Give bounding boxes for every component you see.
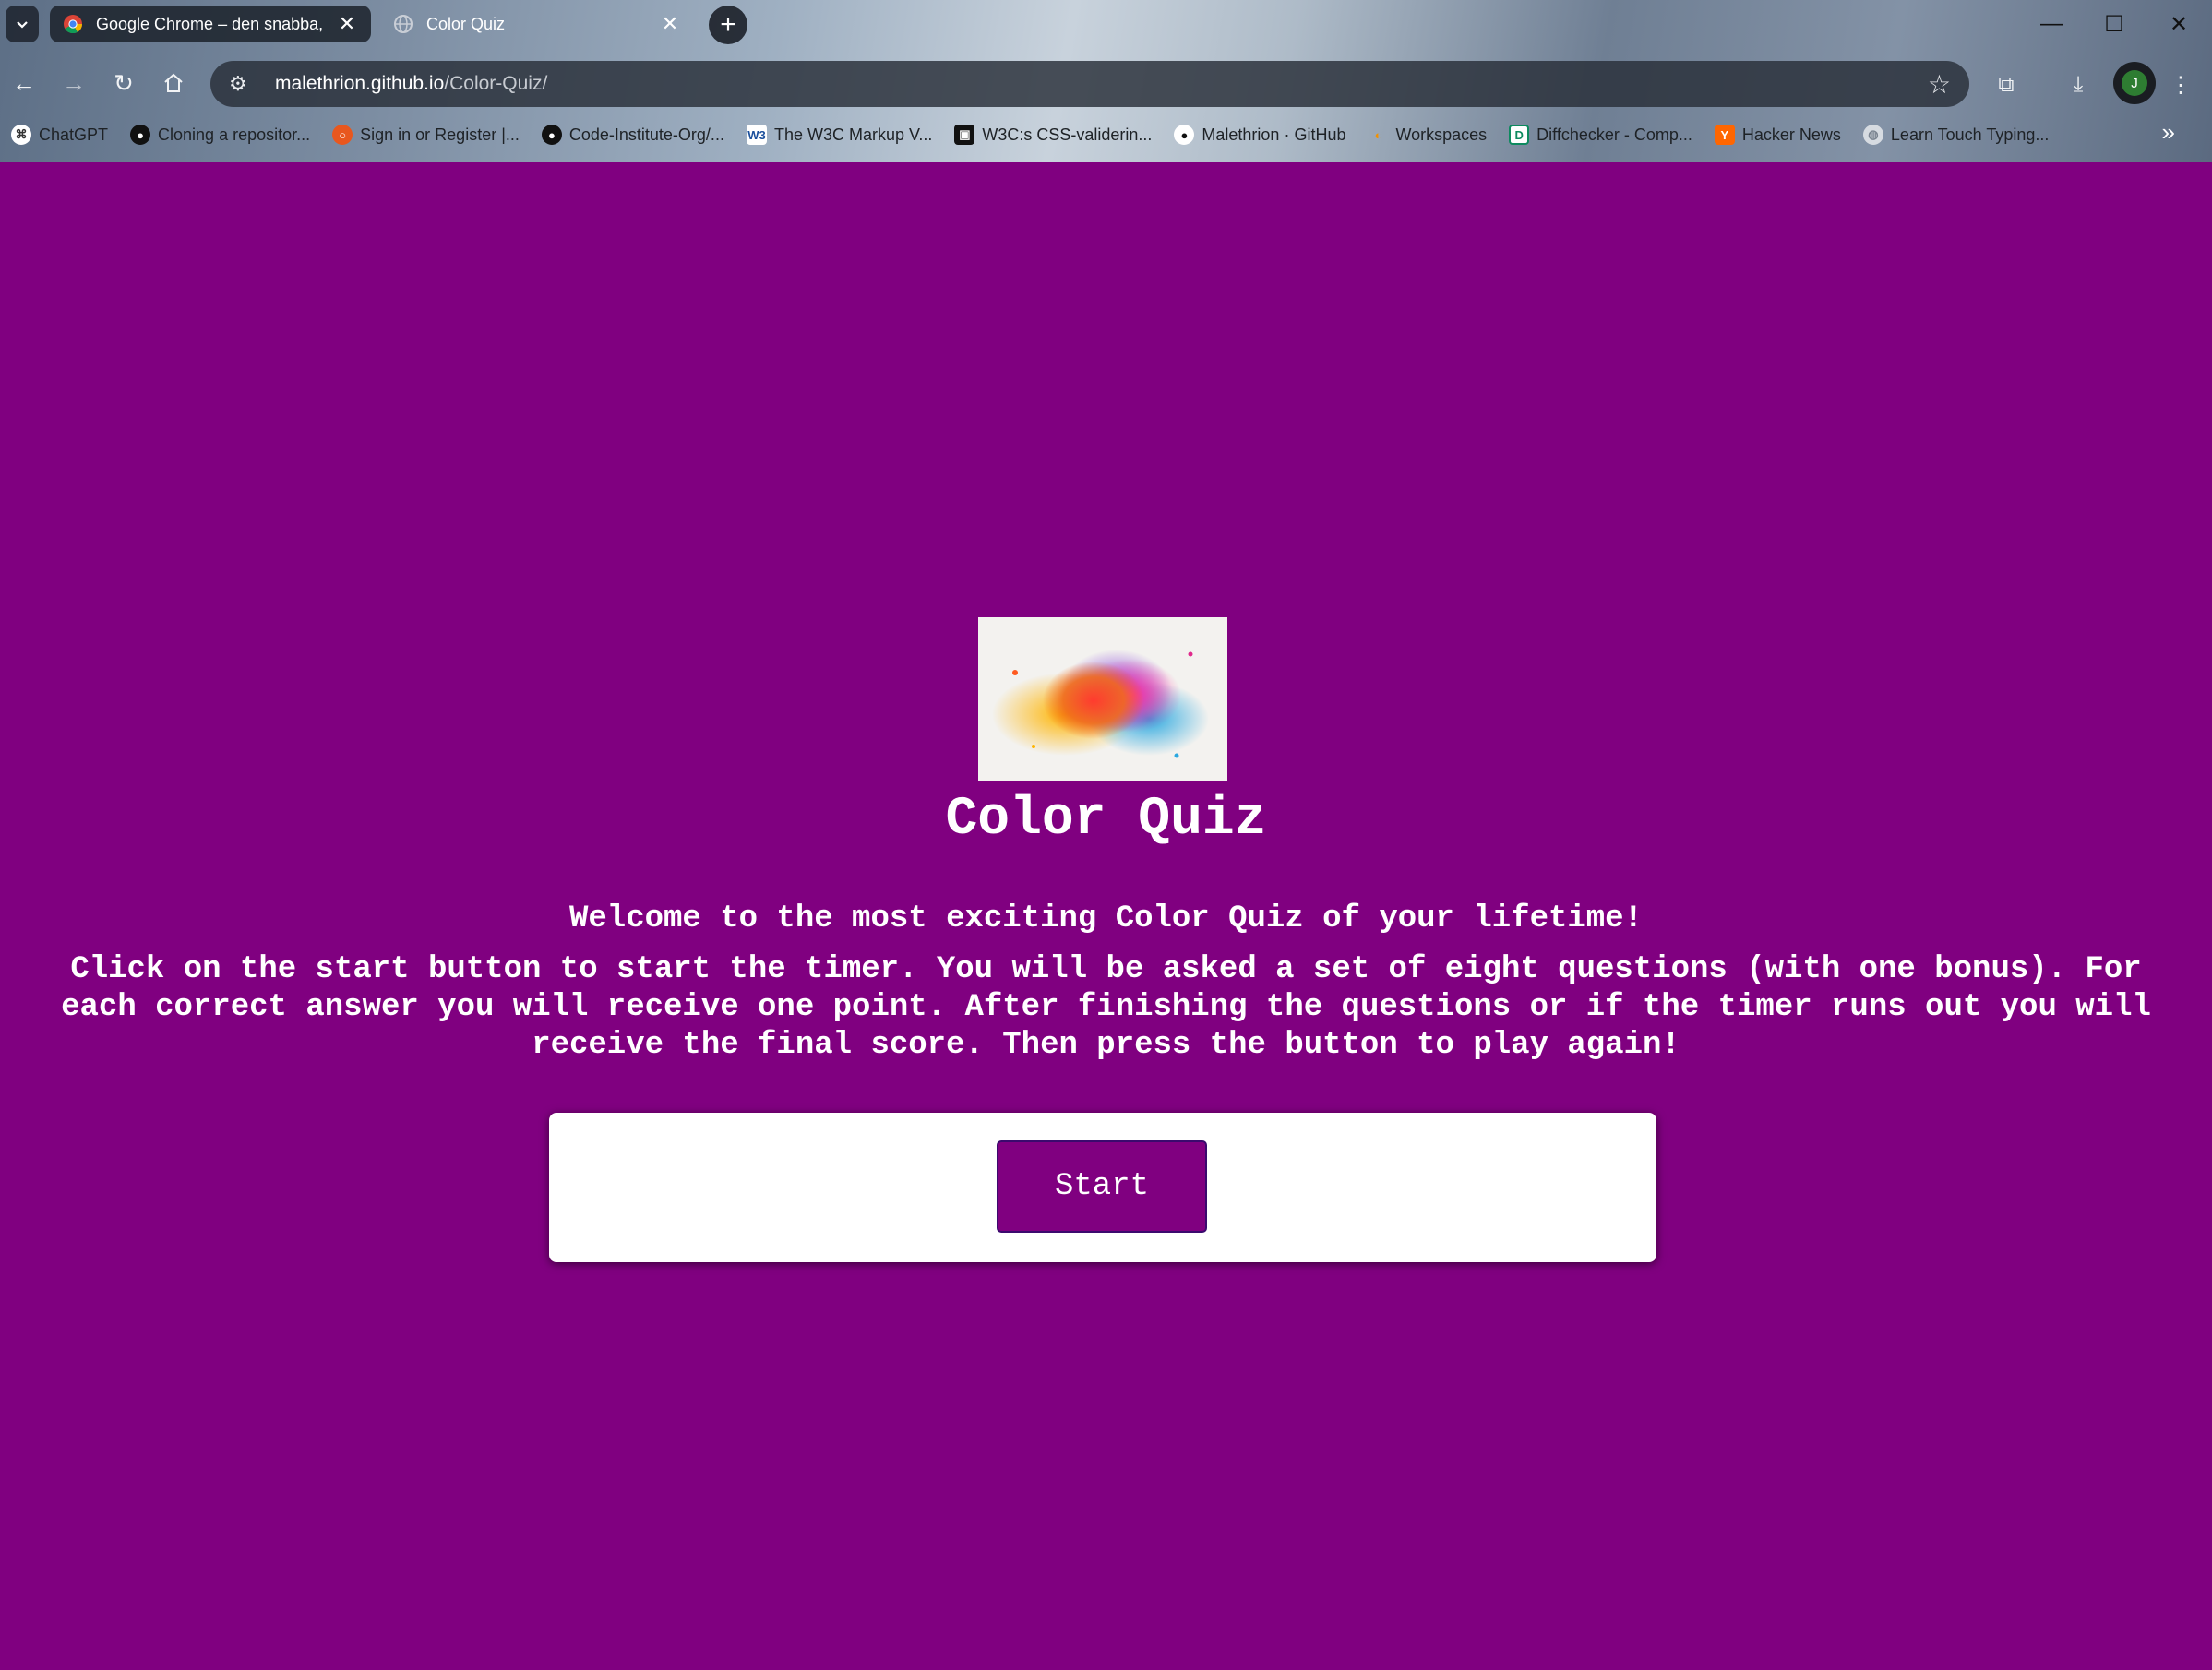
bookmark-item[interactable]: W3 The W3C Markup V...: [746, 125, 933, 145]
forward-button[interactable]: →: [55, 65, 92, 101]
close-icon: ✕: [2169, 11, 2189, 37]
browser-toolbar: ← → ↻ ⚙ malethrion.github.io/Color-Quiz/…: [0, 57, 2212, 109]
intro-text: Welcome to the most exciting Color Quiz …: [37, 901, 2175, 1065]
url-text: malethrion.github.io/Color-Quiz/: [275, 73, 1928, 95]
site-settings-icon[interactable]: ⚙: [229, 72, 258, 96]
browser-chrome: Google Chrome – den snabba, ✕ Color Quiz…: [0, 0, 2212, 162]
tab-google-chrome[interactable]: Google Chrome – den snabba, ✕: [50, 6, 371, 42]
url-path: /Color-Quiz/: [444, 73, 548, 94]
bookmark-item[interactable]: ○ Sign in or Register |...: [332, 125, 520, 145]
bookmark-item[interactable]: ● Cloning a repositor...: [130, 125, 310, 145]
arrow-left-icon: ←: [12, 68, 36, 97]
globe-icon: ◍: [1862, 125, 1883, 145]
tab-title: Color Quiz: [426, 14, 506, 33]
close-tab-icon[interactable]: ✕: [336, 12, 358, 36]
github-icon: ●: [130, 125, 151, 145]
close-window-button[interactable]: ✕: [2156, 7, 2202, 41]
bookmark-label: Diffchecker - Comp...: [1536, 125, 1692, 144]
more-bookmarks-icon[interactable]: »: [2162, 118, 2175, 147]
bookmark-label: ChatGPT: [39, 125, 109, 144]
arrow-right-icon: →: [62, 68, 86, 97]
back-button[interactable]: ←: [6, 65, 42, 101]
extensions-button[interactable]: ⧉: [1988, 66, 2025, 103]
new-tab-button[interactable]: +: [709, 6, 747, 44]
bookmark-item[interactable]: ● Malethrion · GitHub: [1174, 125, 1345, 145]
minimize-button[interactable]: —: [2028, 7, 2074, 41]
profile-avatar[interactable]: J: [2113, 62, 2156, 104]
quiz-page: Color Quiz Welcome to the most exciting …: [0, 162, 2212, 1670]
globe-icon: [394, 15, 413, 33]
github-icon: ●: [1174, 125, 1195, 145]
color-splash-image: [978, 617, 1227, 781]
maximize-icon: ☐: [2104, 11, 2124, 37]
start-card: Start: [549, 1113, 1656, 1262]
page-title: Color Quiz: [945, 790, 1267, 850]
bookmark-label: Learn Touch Typing...: [1890, 125, 2050, 144]
diffchecker-icon: D: [1509, 125, 1530, 145]
bookmark-label: Cloning a repositor...: [158, 125, 311, 144]
chevron-down-icon: [17, 21, 28, 29]
reload-button[interactable]: ↻: [105, 65, 142, 101]
circle-logo-icon: ○: [332, 125, 353, 145]
chatgpt-icon: ⌘: [11, 125, 31, 145]
kebab-menu-icon: ⋮: [2170, 72, 2192, 98]
reload-icon: ↻: [114, 68, 134, 97]
url-host: malethrion.github.io: [275, 73, 445, 94]
puzzle-icon: ⧉: [1998, 72, 2015, 97]
bookmarks-bar: ⌘ ChatGPT ● Cloning a repositor... ○ Sig…: [0, 118, 2212, 151]
bookmark-label: Workspaces: [1395, 125, 1488, 144]
bookmark-item[interactable]: D Diffchecker - Comp...: [1509, 125, 1692, 145]
hackernews-icon: Y: [1714, 125, 1735, 145]
bookmark-label: Sign in or Register |...: [360, 125, 520, 144]
bookmark-label: Code-Institute-Org/...: [568, 125, 724, 144]
w3c-icon: W3: [746, 125, 767, 145]
tab-title: Google Chrome – den snabba,: [96, 14, 324, 33]
github-icon: ●: [541, 125, 562, 145]
chrome-logo-icon: [64, 15, 83, 34]
bookmark-item[interactable]: ◍ Learn Touch Typing...: [1862, 125, 2050, 145]
bookmark-item[interactable]: ▣ W3C:s CSS-validerin...: [954, 125, 1152, 145]
home-button[interactable]: [155, 65, 192, 101]
welcome-text: Welcome to the most exciting Color Quiz …: [569, 901, 1643, 936]
download-icon: ⤓: [2073, 72, 2084, 97]
tab-strip: Google Chrome – den snabba, ✕ Color Quiz…: [0, 0, 2212, 52]
bookmark-item[interactable]: ● Code-Institute-Org/...: [541, 125, 724, 145]
browser-menu-button[interactable]: ⋮: [2162, 66, 2199, 103]
bookmark-label: Malethrion · GitHub: [1202, 125, 1346, 144]
home-icon: [164, 73, 183, 92]
instructions-text: Click on the start button to start the t…: [61, 952, 2151, 1063]
close-tab-icon[interactable]: ✕: [659, 12, 681, 36]
avatar-letter: J: [2122, 70, 2147, 96]
minimize-icon: —: [2040, 11, 2063, 36]
bookmark-item[interactable]: ⌘ ChatGPT: [11, 125, 108, 145]
paint-explosion-illustration: [978, 617, 1227, 781]
address-bar[interactable]: ⚙ malethrion.github.io/Color-Quiz/ ☆: [210, 61, 1969, 107]
bookmark-item[interactable]: Y Hacker News: [1714, 125, 1841, 145]
bookmark-label: W3C:s CSS-validerin...: [982, 125, 1153, 144]
bookmark-label: The W3C Markup V...: [773, 125, 933, 144]
workspaces-icon: ◐: [1374, 127, 1382, 142]
plus-icon: +: [720, 9, 736, 40]
bookmark-label: Hacker News: [1741, 125, 1841, 144]
downloads-button[interactable]: ⤓: [2060, 66, 2097, 103]
tab-search-button[interactable]: [6, 6, 39, 42]
tab-color-quiz[interactable]: Color Quiz ✕: [380, 6, 694, 42]
maximize-button[interactable]: ☐: [2091, 7, 2137, 41]
css-icon: ▣: [954, 125, 975, 145]
bookmark-star-icon[interactable]: ☆: [1928, 69, 1951, 100]
start-button[interactable]: Start: [997, 1140, 1207, 1233]
bookmark-item[interactable]: ◐ Workspaces: [1368, 125, 1488, 145]
